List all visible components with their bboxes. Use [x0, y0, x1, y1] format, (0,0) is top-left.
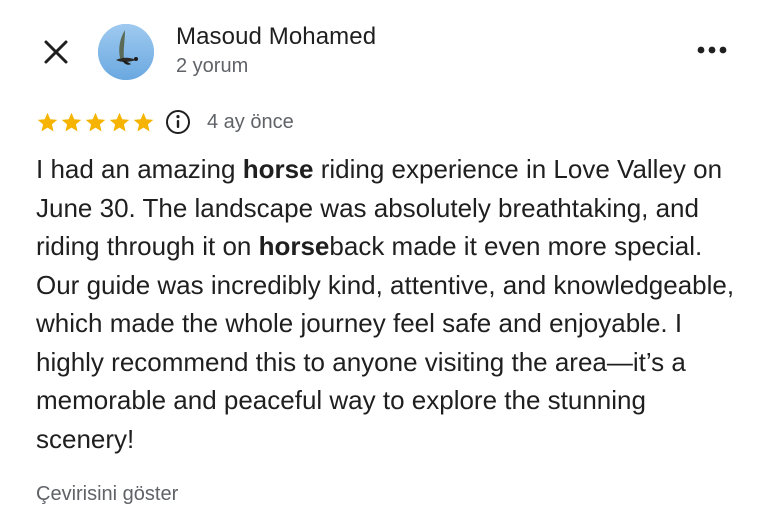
author-name[interactable]: Masoud Mohamed: [176, 23, 376, 51]
star-icon: [61, 112, 82, 131]
review-text: I had an amazing horse riding experience…: [36, 150, 746, 458]
star-icon: [133, 112, 154, 131]
info-button[interactable]: [165, 109, 191, 135]
star-icon: [109, 112, 130, 131]
star-rating: [36, 111, 155, 134]
rating-row: 4 ay önce: [36, 106, 294, 138]
highlighted-keyword: horse: [258, 231, 330, 261]
info-icon: [166, 110, 190, 134]
review-text-segment: back made it even more special. Our guid…: [36, 231, 735, 454]
star-icon: [37, 112, 58, 131]
highlighted-keyword: horse: [242, 154, 314, 184]
bird-avatar-image: [98, 24, 154, 80]
more-options-icon: [697, 46, 727, 54]
star-icon: [85, 112, 106, 131]
review-time: 4 ay önce: [207, 110, 294, 133]
review-text-segment: I had an amazing: [36, 154, 243, 184]
more-options-button[interactable]: [690, 34, 734, 66]
review-count: 2 yorum: [176, 55, 249, 77]
close-icon: [44, 40, 68, 64]
review-header: Masoud Mohamed 2 yorum: [0, 0, 768, 100]
avatar[interactable]: [98, 24, 154, 80]
close-button[interactable]: [36, 32, 76, 72]
show-translation-link[interactable]: Çevirisini göster: [36, 483, 178, 506]
